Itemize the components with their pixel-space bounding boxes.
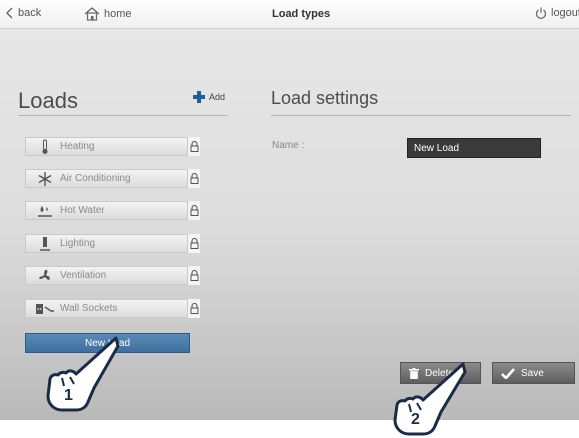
load-item-lighting[interactable]: Lighting: [25, 234, 188, 253]
fan-icon: [34, 268, 56, 284]
load-item-heating[interactable]: Heating: [25, 137, 188, 156]
socket-icon: [34, 302, 56, 316]
load-item-hot-water[interactable]: Hot Water: [25, 201, 188, 220]
logout-button[interactable]: logout: [535, 7, 579, 19]
top-bar: back home Load types logout: [0, 0, 579, 29]
home-button[interactable]: home: [84, 7, 132, 21]
load-item-label: Lighting: [60, 238, 96, 249]
plus-icon: [193, 91, 205, 103]
step-2-label: 2: [411, 411, 420, 428]
load-item-ventilation[interactable]: Ventilation: [25, 266, 188, 285]
chevron-left-icon: [6, 7, 13, 19]
lock-icon: [188, 266, 200, 285]
save-button[interactable]: Save: [492, 362, 575, 384]
home-icon: [84, 7, 100, 21]
loads-title: Loads: [18, 88, 78, 113]
add-load-button[interactable]: Add: [193, 91, 225, 103]
step-1-label: 1: [64, 387, 73, 404]
lock-icon: [188, 137, 200, 156]
back-label: back: [18, 7, 42, 19]
loads-divider: [18, 115, 228, 116]
load-item-label: Ventilation: [60, 270, 107, 281]
pointing-hand-icon: 1: [46, 336, 120, 412]
load-settings-title: Load settings: [271, 88, 379, 108]
snowflake-icon: [34, 171, 56, 186]
checkmark-icon: [501, 367, 515, 379]
load-item-label: Wall Sockets: [60, 303, 118, 314]
load-item-air-conditioning[interactable]: Air Conditioning: [25, 169, 188, 188]
load-item-label: Air Conditioning: [60, 173, 131, 184]
thermometer-icon: [34, 139, 56, 155]
name-field[interactable]: [407, 138, 541, 158]
load-item-wall-sockets[interactable]: Wall Sockets: [25, 299, 188, 318]
lock-icon: [188, 299, 200, 318]
home-label: home: [104, 8, 132, 20]
save-label: Save: [521, 367, 544, 379]
name-label: Name :: [272, 140, 305, 151]
hot-water-icon: [34, 204, 56, 218]
lock-icon: [188, 201, 200, 220]
page-title: Load types: [272, 8, 331, 20]
load-item-label: Heating: [60, 141, 95, 152]
lock-icon: [188, 234, 200, 253]
logout-label: logout: [551, 7, 579, 19]
lock-icon: [188, 169, 200, 188]
load-item-label: Hot Water: [60, 205, 105, 216]
back-button[interactable]: back: [6, 7, 41, 19]
pointing-hand-icon: 2: [393, 362, 467, 436]
lamp-icon: [34, 236, 56, 252]
add-label: Add: [209, 92, 226, 102]
power-icon: [535, 7, 547, 19]
settings-divider: [271, 115, 571, 116]
